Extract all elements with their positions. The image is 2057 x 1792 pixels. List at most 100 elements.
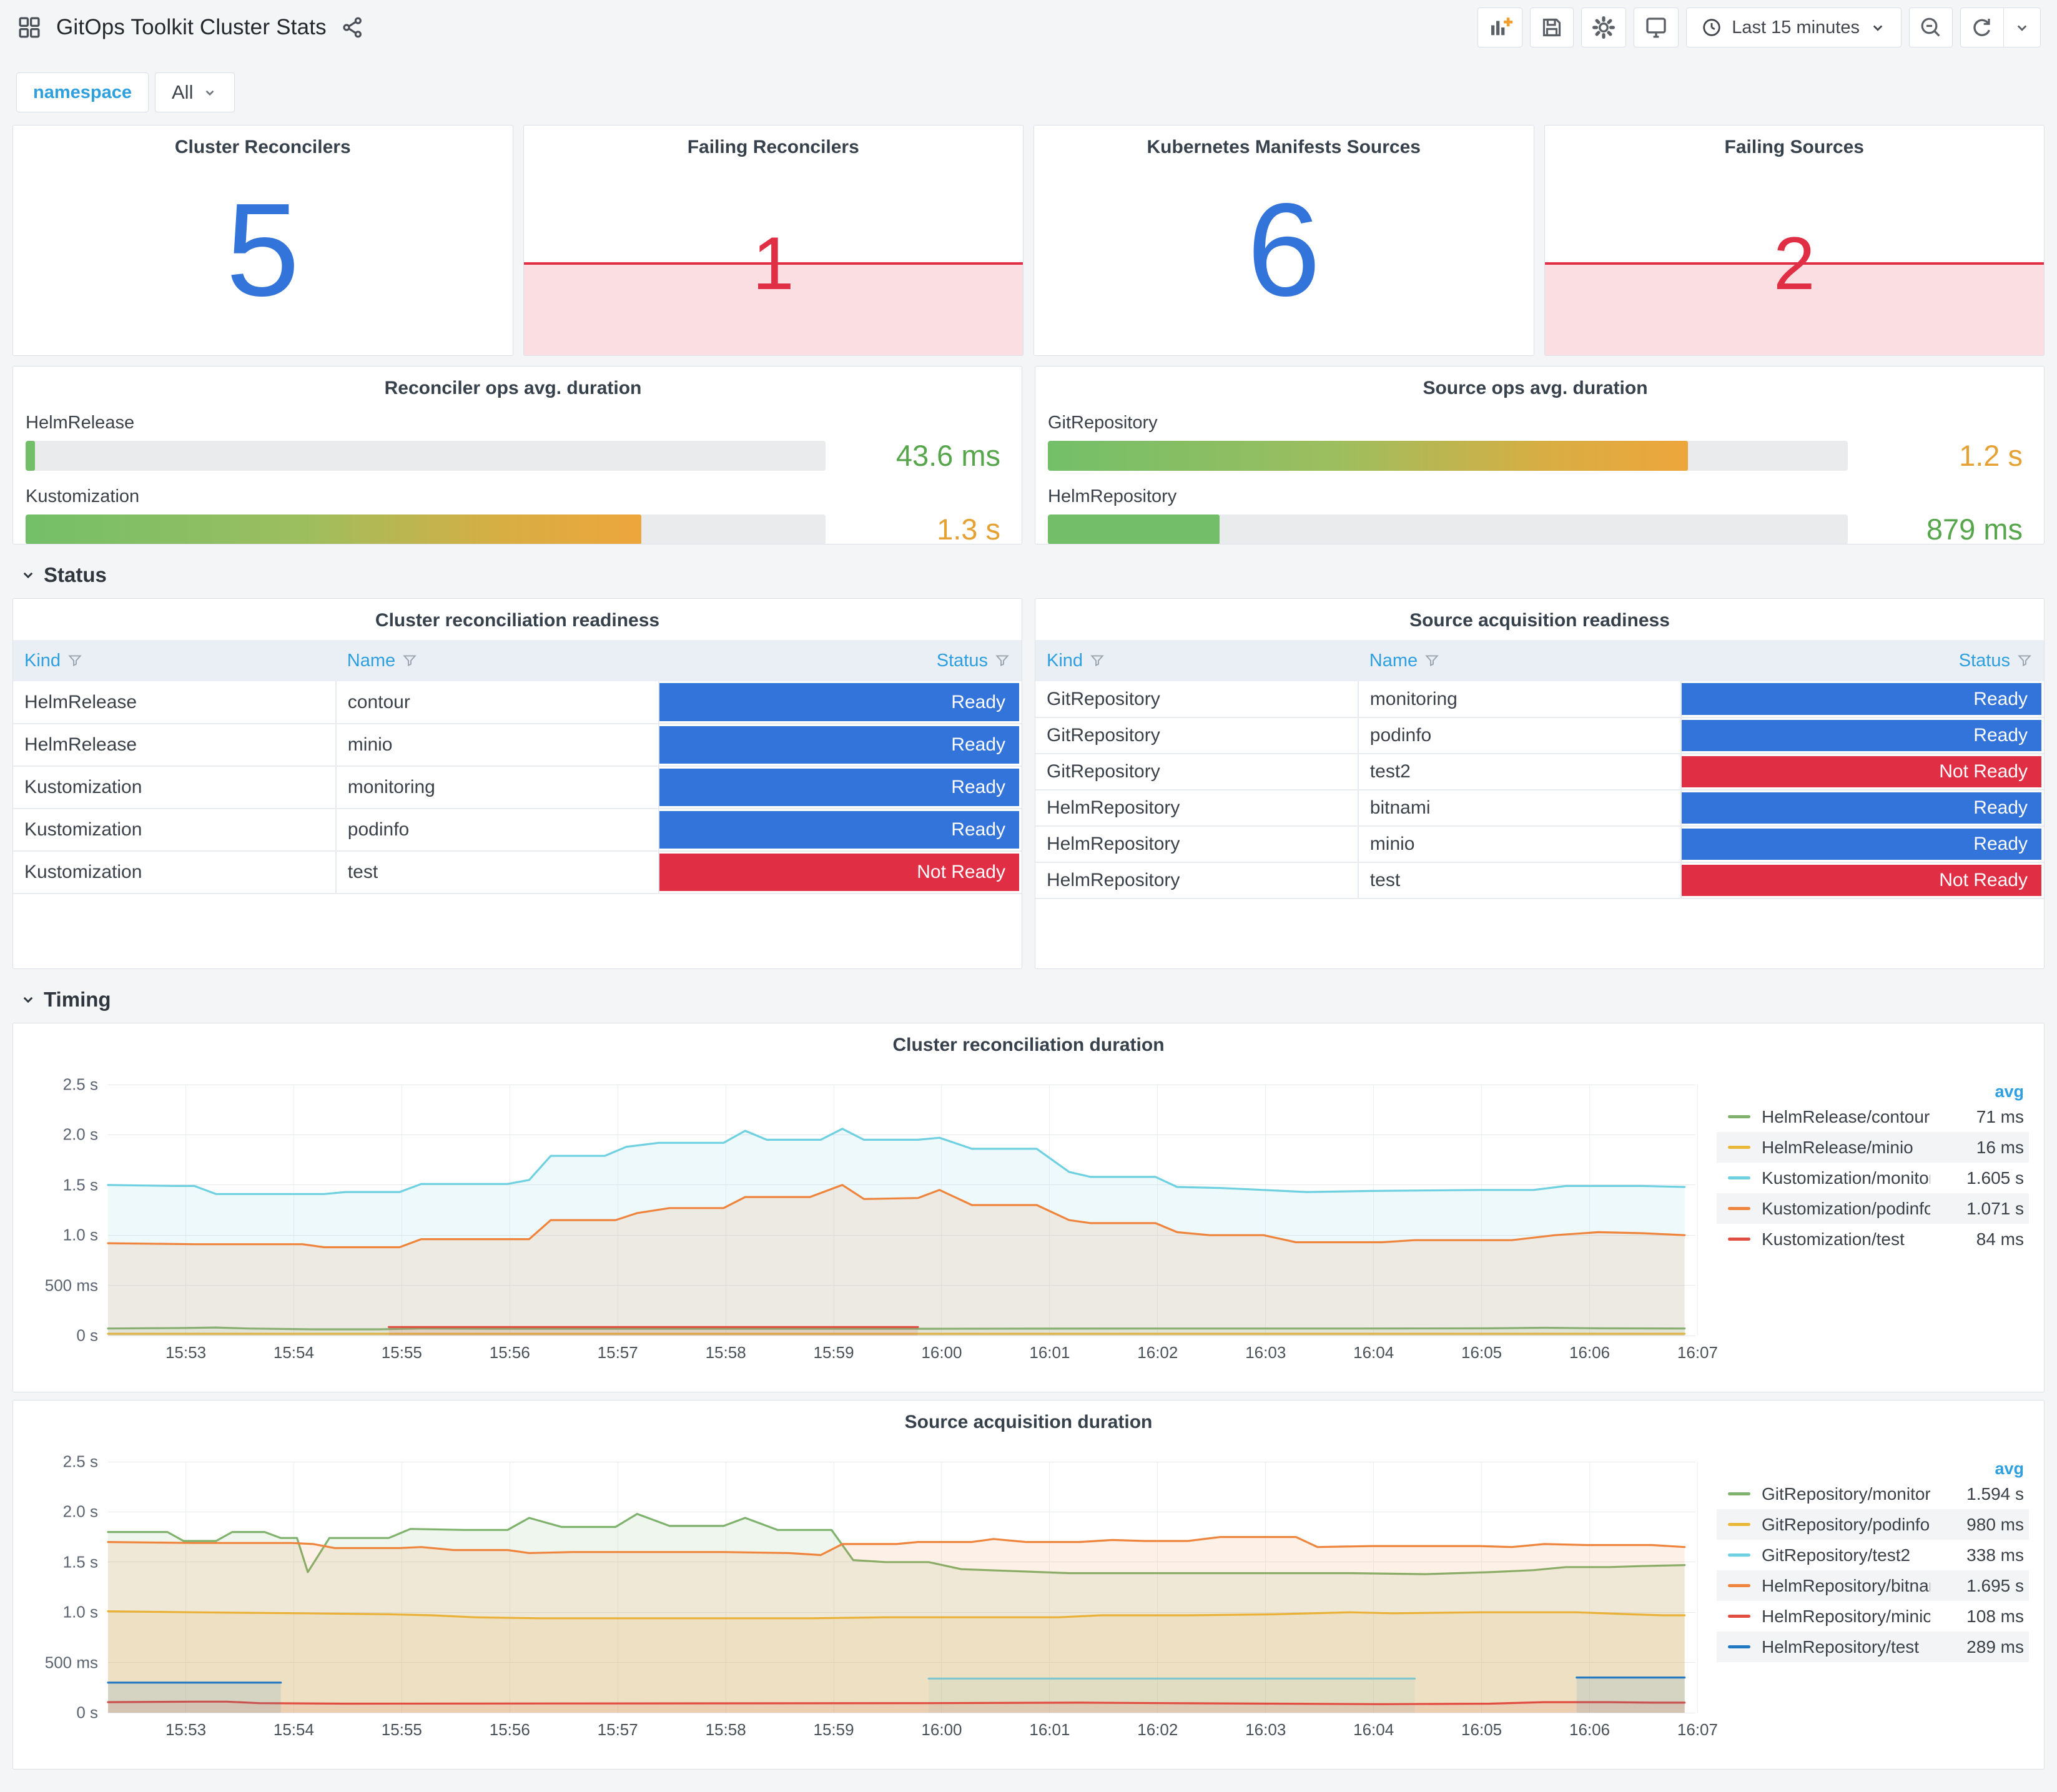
refresh-button[interactable]: [1960, 7, 2004, 47]
column-header-status[interactable]: Status: [658, 640, 1022, 681]
filter-icon[interactable]: [1424, 652, 1440, 669]
legend-avg-header[interactable]: avg: [1717, 1459, 2029, 1479]
filter-icon[interactable]: [2016, 652, 2033, 669]
gauge-value: 1.2 s: [1959, 439, 2023, 472]
readiness-table: Kind Name Status HelmRelease contour Ready Hel…: [13, 640, 1022, 894]
panel-title[interactable]: Failing Reconcilers: [524, 126, 1024, 158]
status-badge: Not Ready: [659, 854, 1019, 891]
panel-title[interactable]: Reconciler ops avg. duration: [26, 367, 1000, 399]
cell-kind: Kustomization: [13, 766, 337, 809]
v-gridline: [1697, 1462, 1698, 1713]
gauge-panel-source-ops-avg-duration: Source ops avg. duration GitRepository 1.2…: [1035, 366, 2045, 544]
x-tick-label: 16:01: [1029, 1720, 1070, 1739]
legend-swatch: [1728, 1238, 1750, 1241]
panel-title[interactable]: Cluster reconciliation readiness: [13, 599, 1022, 631]
gauge-row: 1.2 s: [1048, 438, 2023, 473]
legend-series-name[interactable]: GitRepository/monitoring: [1762, 1484, 1930, 1504]
panel-title[interactable]: Kubernetes Manifests Sources: [1034, 126, 1534, 158]
status-badge: Ready: [659, 769, 1019, 806]
gauge-track: [1048, 440, 1848, 471]
status-badge: Ready: [659, 683, 1019, 721]
dashboard-settings-button[interactable]: [1581, 7, 1627, 47]
panel-title[interactable]: Source acquisition duration: [13, 1401, 2044, 1433]
legend-series-name[interactable]: HelmRelease/minio: [1762, 1138, 1930, 1158]
v-gridline: [1697, 1085, 1698, 1336]
variable-namespace-value-dropdown[interactable]: All: [155, 72, 235, 112]
legend-swatch: [1728, 1645, 1750, 1648]
zoom-out-button[interactable]: [1909, 7, 1953, 47]
add-panel-button[interactable]: [1477, 7, 1523, 47]
legend-row: Kustomization/monitoring 1.605 s: [1717, 1163, 2029, 1193]
legend-series-name[interactable]: Kustomization/test: [1762, 1229, 1930, 1249]
legend-row: HelmRelease/minio 16 ms: [1717, 1132, 2029, 1163]
save-dashboard-button[interactable]: [1530, 7, 1574, 47]
legend-swatch: [1728, 1492, 1750, 1495]
tv-mode-button[interactable]: [1634, 7, 1679, 47]
legend-series-name[interactable]: HelmRepository/bitnami: [1762, 1576, 1930, 1596]
variables-row: namespace All: [12, 55, 2045, 116]
x-tick-label: 16:01: [1029, 1343, 1070, 1362]
x-tick-label: 15:53: [165, 1720, 207, 1739]
legend-avg-value: 289 ms: [1966, 1637, 2024, 1657]
x-tick-label: 15:57: [597, 1343, 638, 1362]
status-badge: Ready: [659, 726, 1019, 764]
x-tick-label: 15:59: [813, 1720, 854, 1739]
column-header-kind[interactable]: Kind: [13, 640, 336, 681]
legend-swatch: [1728, 1176, 1750, 1179]
legend-series-name[interactable]: Kustomization/monitoring: [1762, 1168, 1930, 1188]
gauge-row: 879 ms: [1048, 512, 2023, 544]
share-icon[interactable]: [340, 15, 365, 40]
legend-series-name[interactable]: Kustomization/podinfo: [1762, 1199, 1930, 1219]
legend-row: HelmRepository/bitnami 1.695 s: [1717, 1570, 2029, 1601]
column-header-name[interactable]: Name: [335, 640, 659, 681]
cell-name: test: [335, 851, 659, 894]
legend-avg-header[interactable]: avg: [1717, 1082, 2029, 1101]
table-row: HelmRepository minio Ready: [1035, 826, 2044, 863]
legend-series-name[interactable]: HelmRepository/minio: [1762, 1607, 1930, 1627]
cell-kind: Kustomization: [13, 809, 337, 852]
series-fill-helmrepository-bitnami: [108, 1537, 1685, 1713]
time-range-picker[interactable]: Last 15 minutes: [1686, 7, 1902, 47]
refresh-interval-dropdown[interactable]: [2003, 7, 2041, 47]
cell-kind: HelmRepository: [1035, 826, 1359, 863]
column-header-label: Status: [936, 650, 988, 671]
panel-title[interactable]: Cluster reconciliation duration: [13, 1023, 2044, 1056]
cell-status: Ready: [1680, 790, 2044, 827]
filter-icon[interactable]: [67, 652, 83, 669]
legend-series-name[interactable]: GitRepository/test2: [1762, 1545, 1930, 1565]
panel-title[interactable]: Source ops avg. duration: [1048, 367, 2023, 399]
section-status-toggle[interactable]: Status: [19, 563, 2045, 587]
column-header-name[interactable]: Name: [1358, 640, 1681, 681]
y-tick-label: 500 ms: [44, 1653, 98, 1672]
legend-swatch: [1728, 1146, 1750, 1149]
gauge-fill: [26, 514, 642, 544]
table-row: HelmRepository test Not Ready: [1035, 862, 2044, 899]
panel-title[interactable]: Cluster Reconcilers: [13, 126, 513, 158]
cell-status: Ready: [1680, 717, 2044, 754]
filter-icon[interactable]: [402, 652, 418, 669]
x-tick-label: 16:05: [1461, 1720, 1502, 1739]
cell-status: Ready: [1680, 826, 2044, 863]
page-title[interactable]: GitOps Toolkit Cluster Stats: [56, 15, 327, 40]
legend-series-name[interactable]: HelmRelease/contour: [1762, 1107, 1930, 1127]
chart-legend: avg HelmRelease/contour 71 ms HelmRelease/m…: [1698, 1060, 2035, 1372]
column-header-status[interactable]: Status: [1680, 640, 2044, 681]
y-axis: 0 s 500 ms 1.0 s 1.5 s 2.0 s 2.5 s: [28, 1452, 98, 1722]
x-tick-label: 16:07: [1677, 1720, 1718, 1739]
cell-name: test2: [1358, 754, 1682, 790]
status-tables-row: Cluster reconciliation readiness Kind Name…: [12, 598, 2045, 969]
section-timing-toggle[interactable]: Timing: [19, 988, 2045, 1012]
variable-namespace-value: All: [172, 81, 194, 103]
legend-series-name[interactable]: GitRepository/podinfo: [1762, 1515, 1930, 1535]
legend-series-name[interactable]: HelmRepository/test: [1762, 1637, 1930, 1657]
cell-status: Ready: [658, 724, 1022, 767]
filter-icon[interactable]: [1089, 652, 1105, 669]
table-row: HelmRelease minio Ready: [13, 724, 1022, 767]
column-header-kind[interactable]: Kind: [1035, 640, 1358, 681]
panel-title[interactable]: Source acquisition readiness: [1035, 599, 2044, 631]
panel-title[interactable]: Failing Sources: [1545, 126, 2045, 158]
filter-icon[interactable]: [994, 652, 1010, 669]
dashboards-grid-icon[interactable]: [16, 14, 42, 41]
column-header-label: Status: [1958, 650, 2010, 671]
table-row: HelmRelease contour Ready: [13, 681, 1022, 724]
